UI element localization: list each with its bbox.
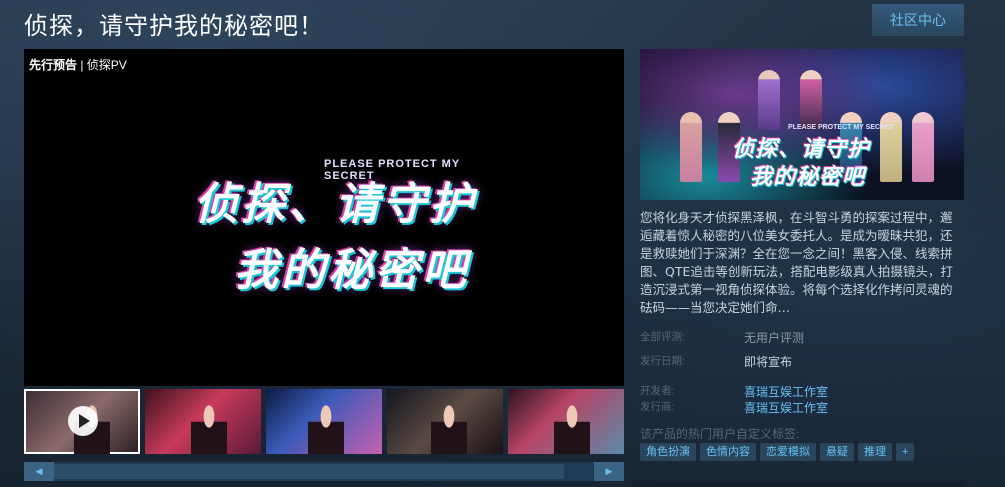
tags-list: 角色扮演 色情内容 恋爱模拟 悬疑 推理 + (640, 443, 915, 461)
game-logo-line2: 我的秘密吧 (234, 245, 469, 296)
game-description: 您将化身天才侦探黑泽枫，在斗智斗勇的探案过程中，邂逅藏着惊人秘密的八位美女委托人… (640, 210, 953, 315)
scroll-right-arrow-icon[interactable]: ▶ (594, 462, 624, 481)
reviews-value: 无用户评测 (744, 331, 805, 345)
video-label-tag: 先行预告 (29, 58, 78, 72)
tags-label: 该产品的热门用户自定义标签: (640, 427, 800, 441)
tag-mystery[interactable]: 悬疑 (820, 443, 854, 461)
reviews-label: 全部评测: (640, 331, 685, 343)
thumbnail-figure (554, 404, 590, 454)
thumbnail-screenshot[interactable] (266, 389, 382, 454)
media-thumbnail-strip (24, 389, 624, 461)
tag-role-playing[interactable]: 角色扮演 (640, 443, 696, 461)
thumbnail-video[interactable] (24, 389, 140, 454)
release-date-label: 发行日期: (640, 355, 685, 367)
capsule-character (680, 112, 702, 182)
scrollbar-handle[interactable] (54, 464, 564, 479)
thumbnail-screenshot[interactable] (145, 389, 261, 454)
capsule-character (758, 70, 780, 130)
community-hub-button[interactable]: 社区中心 (872, 4, 964, 36)
capsule-character (880, 112, 902, 182)
play-icon[interactable] (68, 406, 98, 436)
tag-adult-content[interactable]: 色情内容 (700, 443, 756, 461)
capsule-logo-subtitle: PLEASE PROTECT MY SECRET (788, 124, 895, 131)
tag-detective[interactable]: 推理 (858, 443, 892, 461)
thumbnail-figure (431, 404, 467, 454)
developer-label: 开发者: (640, 385, 675, 397)
video-label-title: | 侦探PV (77, 58, 127, 72)
header-capsule-image: PLEASE PROTECT MY SECRET 侦探、请守护 我的秘密吧 (640, 49, 964, 200)
thumbnail-scrollbar[interactable]: ◀ ▶ (24, 462, 624, 481)
add-tag-button[interactable]: + (896, 443, 915, 461)
thumbnail-screenshot[interactable] (387, 389, 503, 454)
capsule-character (912, 112, 934, 182)
tag-dating-sim[interactable]: 恋爱模拟 (760, 443, 816, 461)
thumbnail-figure (191, 404, 227, 454)
capsule-character (800, 70, 822, 130)
developer-link[interactable]: 喜瑞互娱工作室 (744, 383, 828, 400)
video-player[interactable]: 先行预告 | 侦探PV PLEASE PROTECT MY SECRET 侦探、… (24, 49, 624, 386)
thumbnail-screenshot[interactable] (508, 389, 624, 454)
game-logo: PLEASE PROTECT MY SECRET 侦探、请守护 我的秘密吧 (194, 154, 484, 324)
scroll-left-arrow-icon[interactable]: ◀ (24, 462, 54, 481)
page-title: 侦探，请守护我的秘密吧！ (24, 12, 324, 40)
publisher-link[interactable]: 喜瑞互娱工作室 (744, 399, 828, 416)
capsule-logo-line2: 我的秘密吧 (750, 165, 866, 190)
publisher-label: 发行商: (640, 401, 675, 413)
divider (632, 481, 964, 487)
video-label: 先行预告 | 侦探PV (29, 56, 127, 73)
release-date-value: 即将宣布 (744, 355, 793, 369)
game-logo-line1: 侦探、请守护 (194, 179, 476, 230)
thumbnail-figure (308, 404, 344, 454)
